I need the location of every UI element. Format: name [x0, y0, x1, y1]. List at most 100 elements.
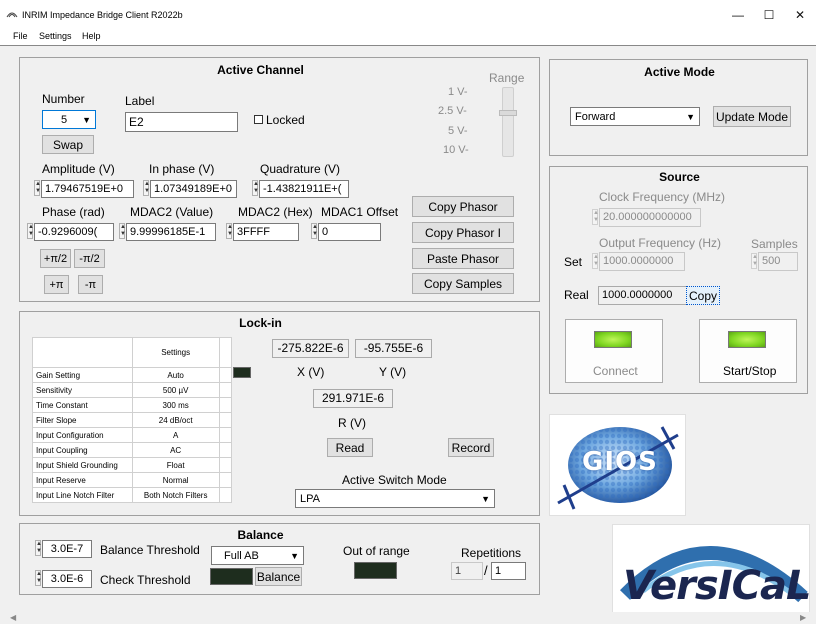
balance-button[interactable]: Balance [255, 567, 302, 586]
set-frequency-spinner: ▲ ▼ [592, 253, 599, 269]
label-field[interactable]: E2 [125, 112, 238, 132]
table-row[interactable]: Input Coupling AC [32, 442, 233, 458]
paste-phasor-button[interactable]: Paste Phasor [412, 248, 514, 269]
out-of-range-label: Out of range [343, 544, 410, 558]
setting-value: 300 ms [131, 397, 220, 413]
setting-name: Input Shield Grounding [32, 457, 133, 473]
setting-value: A [131, 427, 220, 443]
copy-phasor-button[interactable]: Copy Phasor [412, 196, 514, 217]
table-row[interactable]: Gain Setting Auto [32, 367, 233, 383]
lockin-settings-table: Settings Gain Setting Auto Sensitivity 500… [32, 337, 233, 503]
setting-name: Filter Slope [32, 412, 133, 428]
menu-file[interactable]: File [13, 31, 28, 41]
copy-phasor-i-button[interactable]: Copy Phasor I [412, 222, 514, 243]
range-label: Range [489, 71, 525, 85]
range-slider[interactable] [502, 87, 514, 157]
plus-half-pi-button[interactable]: +π/2 [40, 249, 71, 268]
table-row[interactable]: Input Configuration A [32, 427, 233, 443]
menu-settings[interactable]: Settings [39, 31, 72, 41]
read-button[interactable]: Read [327, 438, 373, 457]
amplitude-field[interactable]: 1.79467519E+0 [41, 180, 134, 198]
table-row[interactable]: Input Shield Grounding Float [32, 457, 233, 473]
close-button[interactable]: ✕ [785, 4, 815, 26]
settings-table-blank [218, 337, 233, 368]
phase-field[interactable]: -0.9296009( [34, 223, 114, 241]
plus-pi-button[interactable]: +π [44, 275, 69, 294]
setting-extra [218, 442, 233, 458]
balance-threshold-label: Balance Threshold [100, 543, 200, 557]
balance-mode-value: Full AB [224, 550, 259, 562]
x-value-field: -275.822E-6 [272, 339, 349, 358]
table-row[interactable]: Time Constant 300 ms [32, 397, 233, 413]
update-mode-button[interactable]: Update Mode [713, 106, 791, 127]
range-tick-2-5v: 2.5 V- [438, 105, 467, 117]
active-switch-mode-label: Active Switch Mode [342, 473, 447, 487]
table-row[interactable]: Filter Slope 24 dB/oct [32, 412, 233, 428]
mdac2-hex-field[interactable]: 3FFFF [233, 223, 299, 241]
mdac2-value-label: MDAC2 (Value) [130, 205, 214, 219]
clock-frequency-spinner: ▲ ▼ [592, 209, 599, 225]
balance-mode-select[interactable]: Full AB ▼ [211, 546, 304, 565]
switch-mode-select[interactable]: LPA ▼ [295, 489, 495, 508]
scroll-left-icon[interactable]: ◀ [10, 613, 16, 622]
menu-help[interactable]: Help [82, 31, 101, 41]
minimize-button[interactable]: — [723, 4, 753, 26]
maximize-button[interactable]: ☐ [754, 4, 784, 26]
mdac2-value-field[interactable]: 9.99996185E-1 [126, 223, 216, 241]
minus-half-pi-button[interactable]: -π/2 [74, 249, 105, 268]
number-label: Number [42, 92, 85, 106]
mdac1-offset-field[interactable]: 0 [318, 223, 381, 241]
settings-table-corner [32, 337, 133, 368]
mode-select[interactable]: Forward ▼ [570, 107, 700, 126]
gios-logo-text: GIOS [582, 447, 658, 477]
clock-frequency-field: 20.000000000000 [599, 208, 701, 227]
label-label: Label [125, 94, 155, 108]
quadrature-field[interactable]: -1.43821911E+( [259, 180, 349, 198]
check-threshold-spinner[interactable]: ▲ ▼ [35, 570, 42, 586]
table-row[interactable]: Input Reserve Normal [32, 472, 233, 488]
setting-value: Auto [131, 367, 220, 383]
table-row[interactable]: Input Line Notch Filter Both Notch Filter… [32, 487, 233, 503]
repetitions-current-field: 1 [451, 562, 483, 580]
setting-name: Input Configuration [32, 427, 133, 443]
setting-name: Gain Setting [32, 367, 133, 383]
setting-extra [218, 397, 233, 413]
check-threshold-field[interactable]: 3.0E-6 [42, 570, 92, 588]
mdac1-offset-spinner[interactable]: ▲ ▼ [311, 223, 318, 239]
mdac2-hex-spinner[interactable]: ▲ ▼ [226, 223, 233, 239]
inphase-spinner[interactable]: ▲ ▼ [143, 180, 150, 196]
inphase-label: In phase (V) [149, 162, 215, 176]
scroll-right-icon[interactable]: ▶ [800, 613, 806, 622]
balance-threshold-field[interactable]: 3.0E-7 [42, 540, 92, 558]
locked-checkbox[interactable] [254, 115, 263, 124]
swap-button[interactable]: Swap [42, 135, 94, 154]
range-tick-10v: 10 V- [443, 144, 469, 156]
range-slider-thumb[interactable] [499, 110, 517, 116]
setting-value: Float [131, 457, 220, 473]
mdac2-hex-label: MDAC2 (Hex) [238, 205, 313, 219]
balance-panel: Balance ▲ ▼ 3.0E-7 Balance Threshold ▲ ▼ 3… [19, 523, 540, 595]
copy-frequency-button[interactable]: Copy [686, 286, 720, 305]
real-frequency-field: 1000.0000000 [598, 286, 688, 305]
setting-name: Input Coupling [32, 442, 133, 458]
source-title: Source [659, 170, 700, 184]
check-threshold-label: Check Threshold [100, 573, 191, 587]
balance-threshold-spinner[interactable]: ▲ ▼ [35, 540, 42, 556]
chevron-down-icon: ▼ [481, 494, 490, 504]
app-icon [6, 12, 18, 18]
inphase-field[interactable]: 1.07349189E+0 [150, 180, 237, 198]
copy-samples-button[interactable]: Copy Samples [412, 273, 514, 294]
horizontal-scrollbar[interactable]: ◀ ▶ [0, 612, 816, 624]
mdac1-offset-label: MDAC1 Offset [321, 205, 399, 219]
amplitude-spinner[interactable]: ▲ ▼ [34, 180, 41, 196]
number-select[interactable]: 5 ▼ [42, 110, 96, 129]
repetitions-total-field[interactable]: 1 [491, 562, 526, 580]
mdac2-value-spinner[interactable]: ▲ ▼ [119, 223, 126, 239]
phase-spinner[interactable]: ▲ ▼ [27, 223, 34, 239]
record-button[interactable]: Record [448, 438, 494, 457]
quadrature-spinner[interactable]: ▲ ▼ [252, 180, 259, 196]
window-title: INRIM Impedance Bridge Client R2022b [22, 10, 183, 20]
minus-pi-button[interactable]: -π [78, 275, 103, 294]
setting-value: 500 µV [131, 382, 220, 398]
table-row[interactable]: Sensitivity 500 µV [32, 382, 233, 398]
